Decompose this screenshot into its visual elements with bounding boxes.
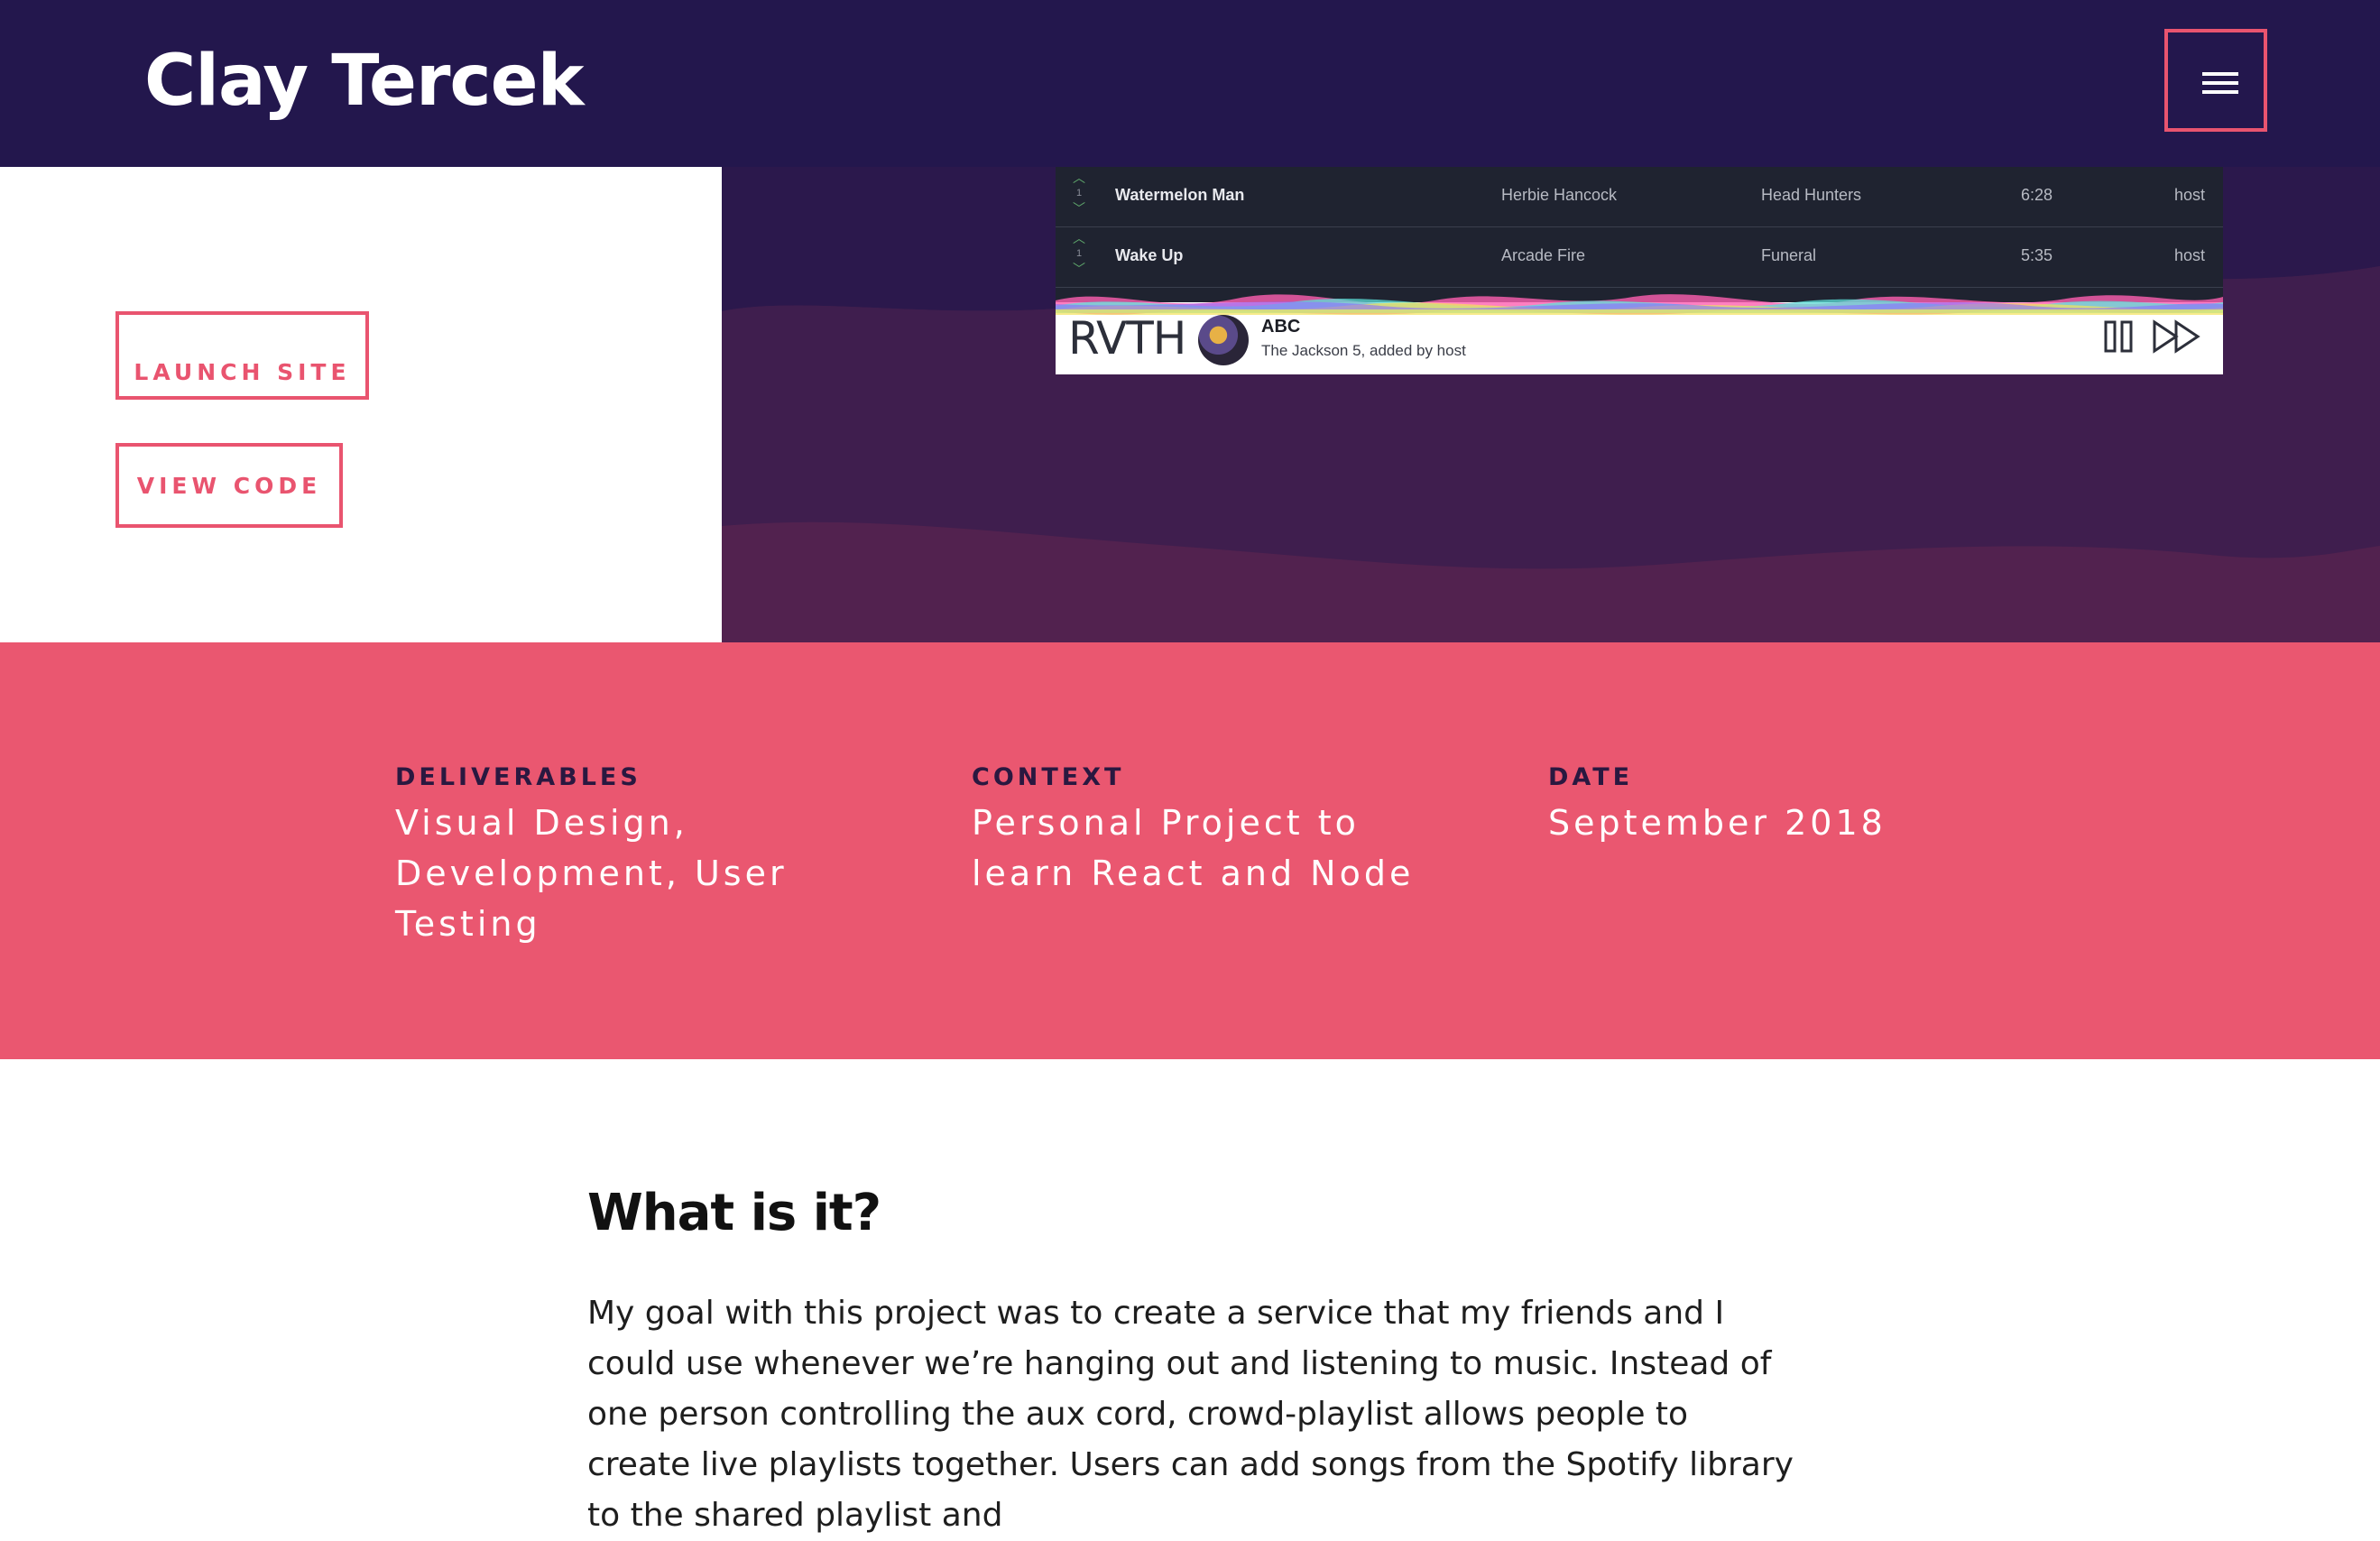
deliverables-column: DELIVERABLES Visual Design, Development,… bbox=[395, 758, 864, 949]
track-album: Funeral bbox=[1761, 246, 1817, 264]
downvote-icon: ﹀ bbox=[1073, 201, 1085, 216]
pause-icon[interactable] bbox=[2104, 320, 2133, 353]
date-label: DATE bbox=[1548, 763, 1634, 791]
date-column: DATE September 2018 bbox=[1548, 758, 2017, 848]
player-bar: RVTH ABC The Jackson 5, added by host bbox=[1056, 294, 2223, 374]
track-album: Head Hunters bbox=[1761, 186, 1862, 204]
upvote-icon: ︿ bbox=[1073, 231, 1085, 245]
track-artist: Arcade Fire bbox=[1501, 246, 1586, 264]
vote-count: 1 bbox=[1075, 248, 1083, 259]
app-screenshot: ︿ 1 ﹀ Watermelon Man Herbie Hancock Head… bbox=[1056, 167, 2223, 374]
audio-wave-graphic bbox=[1056, 294, 2223, 315]
track-artist: Herbie Hancock bbox=[1501, 186, 1618, 204]
downvote-icon: ﹀ bbox=[1073, 262, 1085, 276]
now-playing-title: ABC bbox=[1261, 317, 1301, 337]
track-added-by: host bbox=[2174, 186, 2206, 204]
deliverables-value: Visual Design, Development, User Testing bbox=[395, 803, 788, 944]
launch-site-button[interactable]: LAUNCH SITE bbox=[115, 311, 369, 400]
track-row: ︿ 1 ﹀ Wake Up Arcade Fire Funeral 5:35 h… bbox=[1056, 227, 2223, 288]
vote-control: ︿ 1 ﹀ bbox=[1068, 169, 1090, 225]
context-value: Personal Project to learn React and Node bbox=[972, 803, 1415, 893]
article-content: What is it? My goal with this project wa… bbox=[587, 1173, 1850, 1541]
context-label: CONTEXT bbox=[972, 763, 1125, 791]
deliverables-label: DELIVERABLES bbox=[395, 763, 641, 791]
track-duration: 6:28 bbox=[2021, 186, 2053, 204]
vote-control: ︿ 1 ﹀ bbox=[1068, 229, 1090, 285]
app-logo: RVTH bbox=[1068, 312, 1186, 364]
project-info-band: DELIVERABLES Visual Design, Development,… bbox=[0, 642, 2380, 1059]
track-duration: 5:35 bbox=[2021, 246, 2053, 264]
now-playing-subtitle: The Jackson 5, added by host bbox=[1261, 342, 1466, 359]
track-added-by: host bbox=[2174, 246, 2206, 264]
site-header: Clay Tercek bbox=[0, 0, 2380, 167]
album-art bbox=[1198, 315, 1249, 365]
menu-button[interactable] bbox=[2164, 29, 2267, 132]
brand-name[interactable]: Clay Tercek bbox=[144, 36, 584, 126]
upvote-icon: ︿ bbox=[1073, 171, 1085, 185]
section-heading: What is it? bbox=[587, 1184, 881, 1242]
date-value: September 2018 bbox=[1548, 803, 1886, 843]
section-paragraph: My goal with this project was to create … bbox=[587, 1295, 1794, 1534]
player-controls bbox=[2104, 317, 2212, 361]
track-title: Watermelon Man bbox=[1115, 186, 1245, 204]
track-row: ︿ 1 ﹀ Watermelon Man Herbie Hancock Head… bbox=[1056, 167, 2223, 227]
vote-count: 1 bbox=[1075, 188, 1083, 198]
skip-forward-icon[interactable] bbox=[2153, 319, 2200, 354]
view-code-button[interactable]: VIEW CODE bbox=[115, 443, 343, 528]
hero-actions-panel: LAUNCH SITE VIEW CODE bbox=[0, 167, 722, 642]
context-column: CONTEXT Personal Project to learn React … bbox=[972, 758, 1441, 899]
track-title: Wake Up bbox=[1115, 246, 1184, 264]
